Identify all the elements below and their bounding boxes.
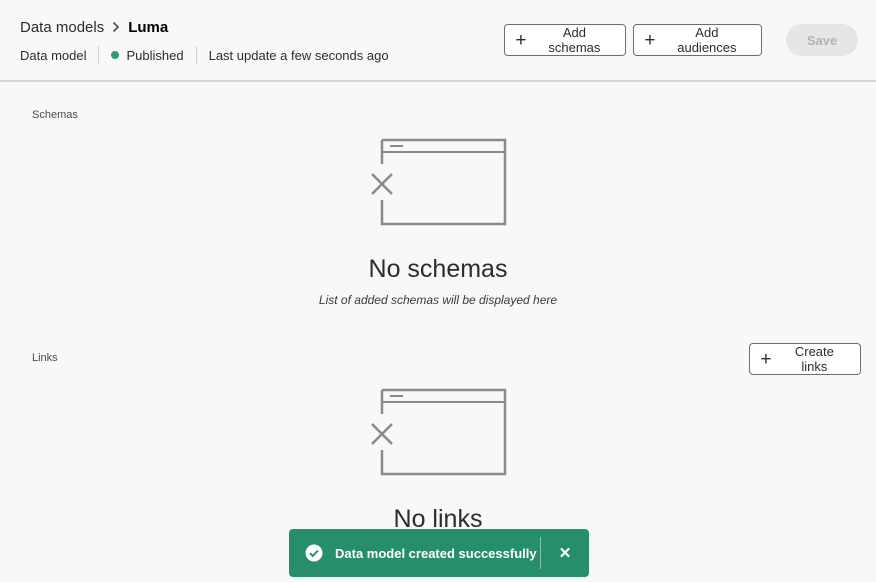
empty-window-icon [369,138,509,233]
checkmark-circle-icon [305,544,323,562]
breadcrumb-current: Luma [128,19,169,36]
page-header: Data models Luma Data model Published La… [0,0,876,82]
empty-description: List of added schemas will be displayed … [318,293,558,307]
divider [195,46,197,64]
plus-icon: + [760,348,772,370]
add-schemas-button[interactable]: + Add schemas [504,24,626,56]
add-schemas-label: Add schemas [548,25,601,55]
breadcrumb: Data models Luma [20,19,168,36]
create-links-button[interactable]: + Create links [749,343,861,375]
last-update: Last update a few seconds ago [208,47,389,63]
divider [98,46,100,64]
add-audiences-button[interactable]: + Add audiences [633,24,762,56]
schemas-section-label: Schemas [32,109,78,121]
status-dot-icon [111,51,120,59]
plus-icon: + [515,29,527,51]
empty-title: No schemas [368,255,508,283]
breadcrumb-data-models[interactable]: Data models [20,19,104,36]
chevron-right-icon [112,20,120,36]
close-icon[interactable]: ✕ [541,544,589,562]
status-badge: Published [126,47,184,63]
create-links-label: Create links [794,344,834,374]
save-button[interactable]: Save [786,24,858,56]
plus-icon: + [644,29,656,51]
links-section-label: Links [32,352,58,364]
model-meta: Data model Published Last update a few s… [20,46,389,64]
success-toast: Data model created successfully ✕ [289,529,589,577]
toast-message: Data model created successfully [335,545,537,561]
empty-window-icon [369,388,509,483]
add-audiences-label: Add audiences [677,25,737,55]
entity-type: Data model [20,47,87,63]
